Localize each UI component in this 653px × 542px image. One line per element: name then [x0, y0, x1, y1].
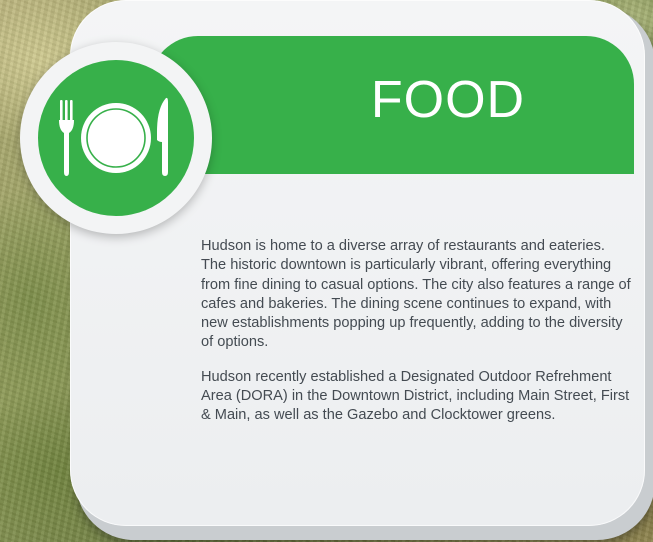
plate-fork-knife-icon: [59, 97, 168, 176]
card-paragraph-dora: Hudson recently established a Designated…: [201, 368, 630, 424]
card-title: FOOD: [370, 71, 526, 129]
card-body: Hudson is home to a diverse array of res…: [201, 237, 631, 441]
card-paragraph-restaurants: Hudson is home to a diverse array of res…: [201, 238, 631, 351]
